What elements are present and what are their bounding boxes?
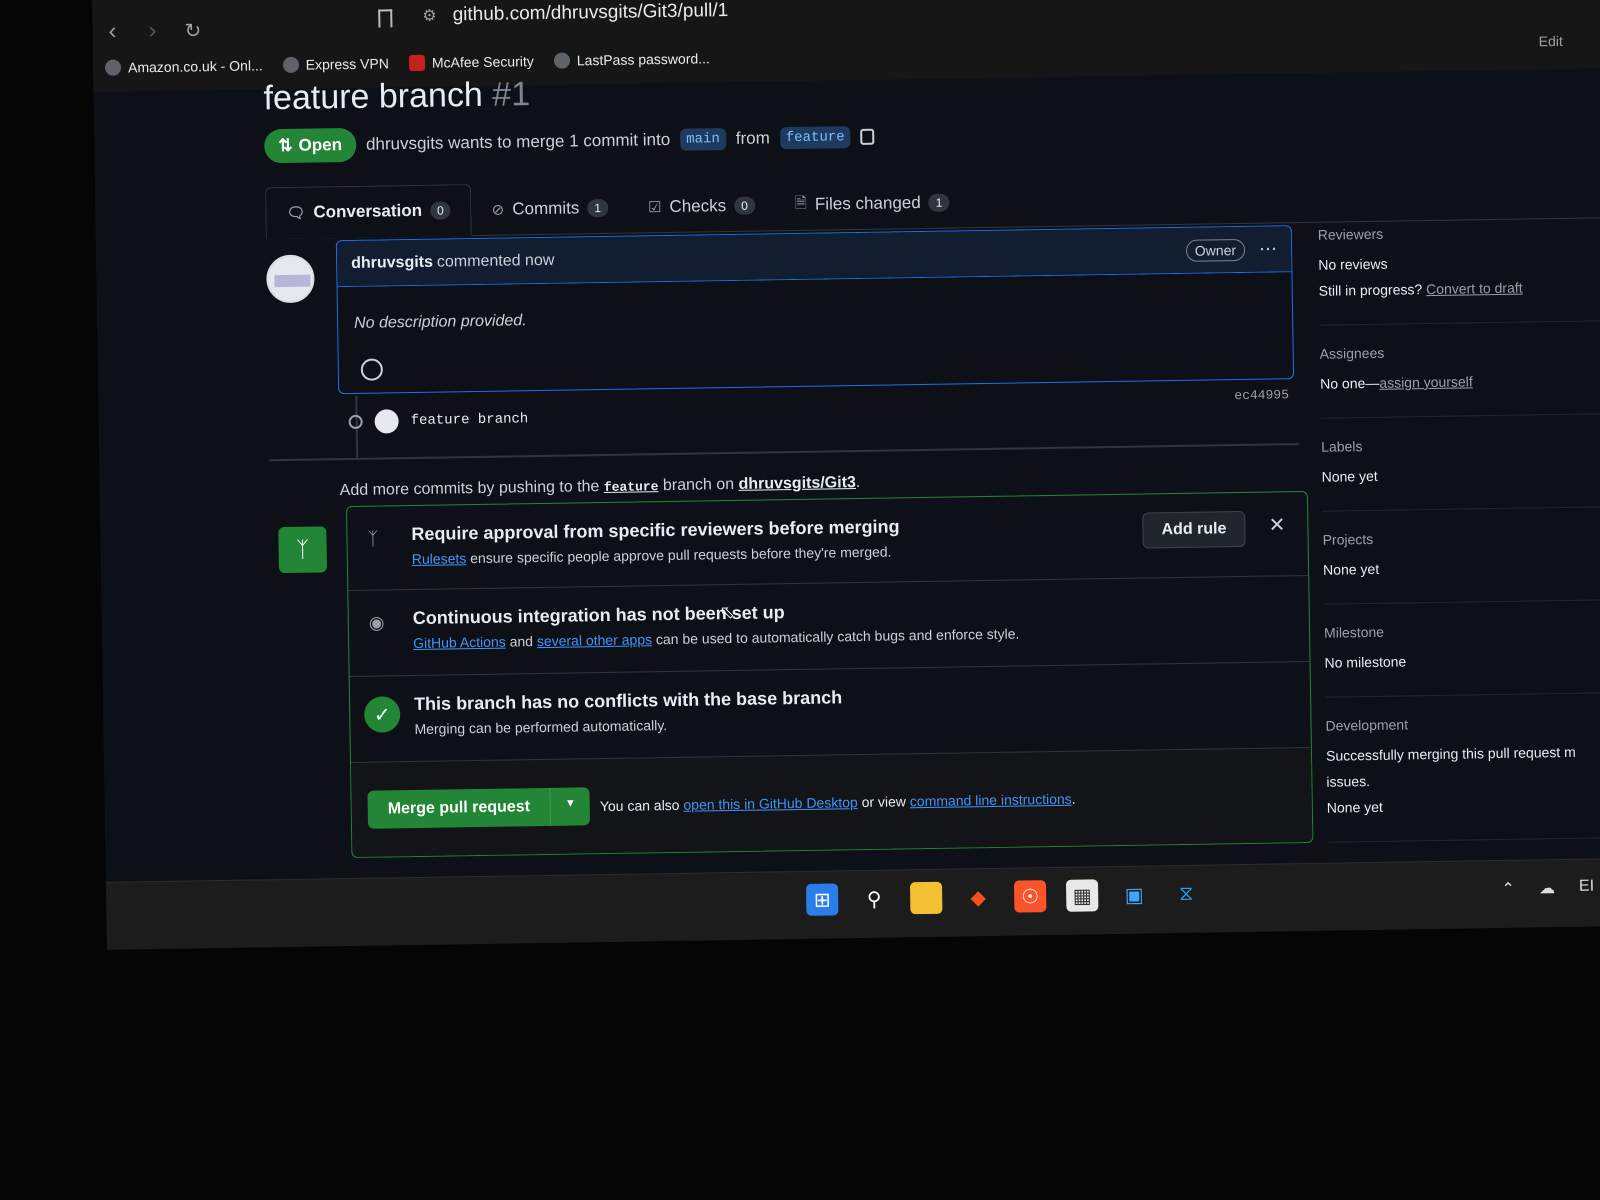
rules-row: ᛉ Require approval from specific reviewe… — [346, 491, 1309, 592]
repo-link[interactable]: dhruvsgits/Git3 — [738, 474, 856, 493]
address-bar[interactable]: ⚙ github.com/dhruvsgits/Git3/pull/1 — [422, 0, 728, 27]
commit-row: feature branch — [348, 407, 528, 434]
pull-request-icon: ⇅ — [278, 135, 293, 156]
app-icon[interactable]: ◆ — [962, 881, 994, 913]
more-options-icon[interactable]: ⋯ — [1259, 238, 1277, 259]
cloud-icon[interactable]: ☁ — [1539, 878, 1555, 898]
from-text: from — [735, 128, 770, 148]
sidebar-assignees[interactable]: Assignees No one—assign yourself — [1319, 341, 1600, 419]
copy-icon[interactable] — [860, 128, 875, 145]
bookmarks-bar: Amazon.co.uk - Onl... Express VPN McAfee… — [104, 50, 710, 76]
robot-icon: ◉ — [368, 612, 385, 633]
chevron-down-icon[interactable]: ▼ — [549, 787, 591, 826]
tab-commits[interactable]: ⊘ Commits 1 — [471, 182, 628, 236]
comment-action: commented now — [436, 251, 555, 271]
vscode-icon[interactable]: ⧖ — [1170, 878, 1202, 910]
screen: ‹ › ↻ ⚙ github.com/dhruvsgits/Git3/pull/1… — [92, 0, 1600, 950]
branch-fork-icon: ᛉ — [367, 528, 379, 549]
tab-files-changed[interactable]: 🗎 Files changed 1 — [774, 176, 969, 231]
avatar[interactable] — [266, 254, 315, 304]
commit-avatar[interactable] — [374, 409, 399, 434]
bookmark-expressvpn[interactable]: Express VPN — [282, 55, 389, 74]
globe-icon — [282, 56, 299, 74]
ci-row: ◉ Continuous integration has not been se… — [348, 575, 1310, 678]
tab-conversation[interactable]: 🗨 Conversation 0 — [264, 184, 473, 240]
add-reaction-icon[interactable] — [360, 358, 384, 381]
other-apps-link[interactable]: several other apps — [537, 631, 652, 649]
mcafee-icon — [408, 54, 426, 72]
close-icon[interactable]: ✕ — [1268, 512, 1285, 537]
search-icon[interactable]: ⚲ — [858, 883, 890, 915]
status-badge: ⇅ Open — [264, 127, 357, 164]
bookmark-icon[interactable] — [378, 9, 393, 28]
site-settings-icon[interactable]: ⚙ — [422, 8, 437, 25]
push-hint: Add more commits by pushing to the featu… — [339, 473, 861, 500]
commit-icon — [348, 414, 363, 430]
comment-author[interactable]: dhruvsgits — [351, 253, 433, 272]
sidebar-milestone[interactable]: Milestone No milestone — [1323, 620, 1600, 698]
bookmark-amazon[interactable]: Amazon.co.uk - Onl... — [104, 57, 263, 76]
remote-desktop-icon[interactable]: ▣ — [1118, 878, 1150, 910]
merge-hint: You can also open this in GitHub Desktop… — [599, 790, 1076, 815]
convert-to-draft-link[interactable]: Convert to draft — [1426, 280, 1523, 298]
merge-text: dhruvsgits wants to merge 1 commit into — [365, 129, 671, 154]
bookmark-mcafee[interactable]: McAfee Security — [408, 53, 534, 72]
base-branch[interactable]: main — [680, 128, 726, 151]
pr-status-row: ⇅ Open dhruvsgits wants to merge 1 commit… — [264, 120, 875, 164]
reload-icon[interactable]: ↻ — [184, 18, 201, 43]
github-actions-link[interactable]: GitHub Actions — [413, 634, 506, 651]
merge-pull-request-button[interactable]: Merge pull request ▼ — [367, 787, 591, 829]
git-merge-icon: ᛉ — [278, 526, 328, 574]
store-icon[interactable]: ▦ — [1065, 879, 1099, 912]
sidebar-labels[interactable]: Labels None yet — [1321, 434, 1600, 512]
checklist-icon: ☑ — [647, 199, 662, 217]
command-line-link[interactable]: command line instructions — [910, 791, 1072, 810]
sidebar: Reviewers No reviews Still in progress? … — [1317, 222, 1600, 862]
file-explorer-icon[interactable] — [909, 881, 943, 915]
brave-browser-icon[interactable]: ☉ — [1013, 880, 1047, 913]
mouse-cursor-icon: ⬁ — [719, 601, 735, 623]
commit-message[interactable]: feature branch — [411, 411, 529, 429]
sidebar-reviewers[interactable]: Reviewers No reviews Still in progress? … — [1317, 222, 1600, 326]
edit-link[interactable]: Edit — [1539, 33, 1563, 49]
back-icon[interactable]: ‹ — [108, 18, 116, 46]
windows-start-icon[interactable]: ⊞ — [805, 883, 839, 916]
taskbar-icons: ⊞ ⚲ ◆ ☉ ▦ ▣ ⧖ — [805, 878, 1202, 916]
commit-icon: ⊘ — [491, 201, 505, 219]
head-branch[interactable]: feature — [779, 126, 851, 150]
comment-box: dhruvsgits commented now Owner ⋯ No desc… — [335, 225, 1295, 395]
tab-checks[interactable]: ☑ Checks 0 — [628, 179, 776, 233]
globe-icon — [553, 52, 570, 69]
file-diff-icon: 🗎 — [794, 194, 808, 212]
divider — [269, 443, 1300, 462]
sidebar-development[interactable]: Development Successfully merging this pu… — [1325, 713, 1600, 843]
owner-badge: Owner — [1185, 238, 1246, 262]
commit-sha[interactable]: ec44995 — [1234, 387, 1289, 403]
branch-link[interactable]: feature — [604, 479, 659, 495]
language-indicator[interactable]: EI — [1579, 878, 1594, 898]
comment-icon: 🗨 — [286, 204, 306, 222]
add-rule-button[interactable]: Add rule — [1142, 510, 1246, 549]
url-text: github.com/dhruvsgits/Git3/pull/1 — [452, 0, 729, 26]
github-desktop-link[interactable]: open this in GitHub Desktop — [683, 794, 858, 813]
rulesets-link[interactable]: Rulesets — [412, 550, 467, 567]
system-tray: ⌃ ☁ EI — [1501, 878, 1594, 899]
sidebar-projects[interactable]: Projects None yet — [1322, 527, 1600, 605]
assign-yourself-link[interactable]: assign yourself — [1379, 373, 1473, 390]
conflict-row: ✓ This branch has no conflicts with the … — [349, 661, 1311, 764]
check-circle-icon: ✓ — [363, 696, 401, 733]
taskbar: ⊞ ⚲ ◆ ☉ ▦ ▣ ⧖ ⌃ ☁ EI — [105, 858, 1600, 950]
chevron-up-icon[interactable]: ⌃ — [1501, 879, 1515, 899]
bookmark-lastpass[interactable]: LastPass password... — [553, 50, 710, 69]
page-title: feature branch #1 — [263, 75, 531, 118]
globe-icon — [104, 59, 122, 76]
merge-box: ᛉ Require approval from specific reviewe… — [345, 490, 1314, 859]
forward-icon[interactable]: › — [148, 17, 156, 45]
merge-row: Merge pull request ▼ You can also open t… — [351, 747, 1313, 858]
